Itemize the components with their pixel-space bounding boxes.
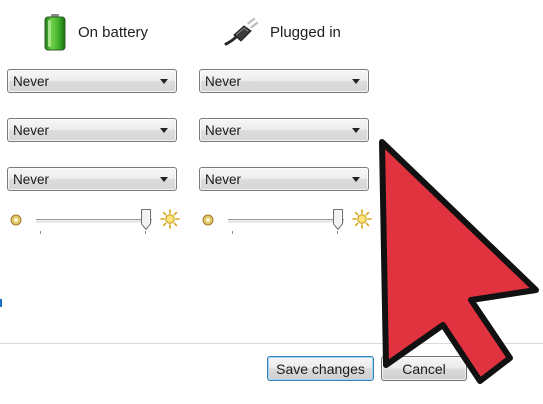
battery-brightness-slider[interactable] [7,205,182,239]
slider-thumb[interactable] [333,209,344,230]
power-plug-icon [224,17,259,46]
dropdown-value: Never [205,73,242,89]
battery-setting-dropdown-1[interactable]: Never [7,69,177,93]
dropdown-value: Never [13,73,50,89]
plugged-brightness-slider[interactable] [199,205,374,239]
column-header-on-battery: On battery [42,12,148,52]
plugged-setting-dropdown-3[interactable]: Never [199,167,369,191]
cut-off-link-edge[interactable] [0,299,2,307]
plugged-in-label: Plugged in [270,23,341,41]
footer-divider [0,343,543,344]
slider-track [36,219,152,224]
chevron-down-icon [352,78,360,84]
pointer-arrow-icon [379,139,539,384]
chevron-down-icon [160,78,168,84]
save-changes-button[interactable]: Save changes [267,356,374,381]
slider-thumb[interactable] [141,209,152,230]
bright-brightness-icon [352,209,372,229]
slider-track [228,219,344,224]
dropdown-value: Never [205,171,242,187]
dim-brightness-icon [202,214,214,226]
on-battery-label: On battery [78,23,149,41]
battery-setting-dropdown-3[interactable]: Never [7,167,177,191]
chevron-down-icon [160,176,168,182]
chevron-down-icon [352,127,360,133]
plugged-setting-dropdown-1[interactable]: Never [199,69,369,93]
slider-tick [232,231,233,234]
cancel-button[interactable]: Cancel [381,356,467,381]
chevron-down-icon [160,127,168,133]
battery-icon [44,14,66,51]
dropdown-value: Never [13,171,50,187]
slider-tick [337,231,338,234]
chevron-down-icon [352,176,360,182]
bright-brightness-icon [160,209,180,229]
plugged-setting-dropdown-2[interactable]: Never [199,118,369,142]
dropdown-value: Never [13,122,50,138]
dropdown-value: Never [205,122,242,138]
column-header-plugged-in: Plugged in [224,12,341,52]
slider-tick [40,231,41,234]
slider-tick [145,231,146,234]
battery-setting-dropdown-2[interactable]: Never [7,118,177,142]
dim-brightness-icon [10,214,22,226]
